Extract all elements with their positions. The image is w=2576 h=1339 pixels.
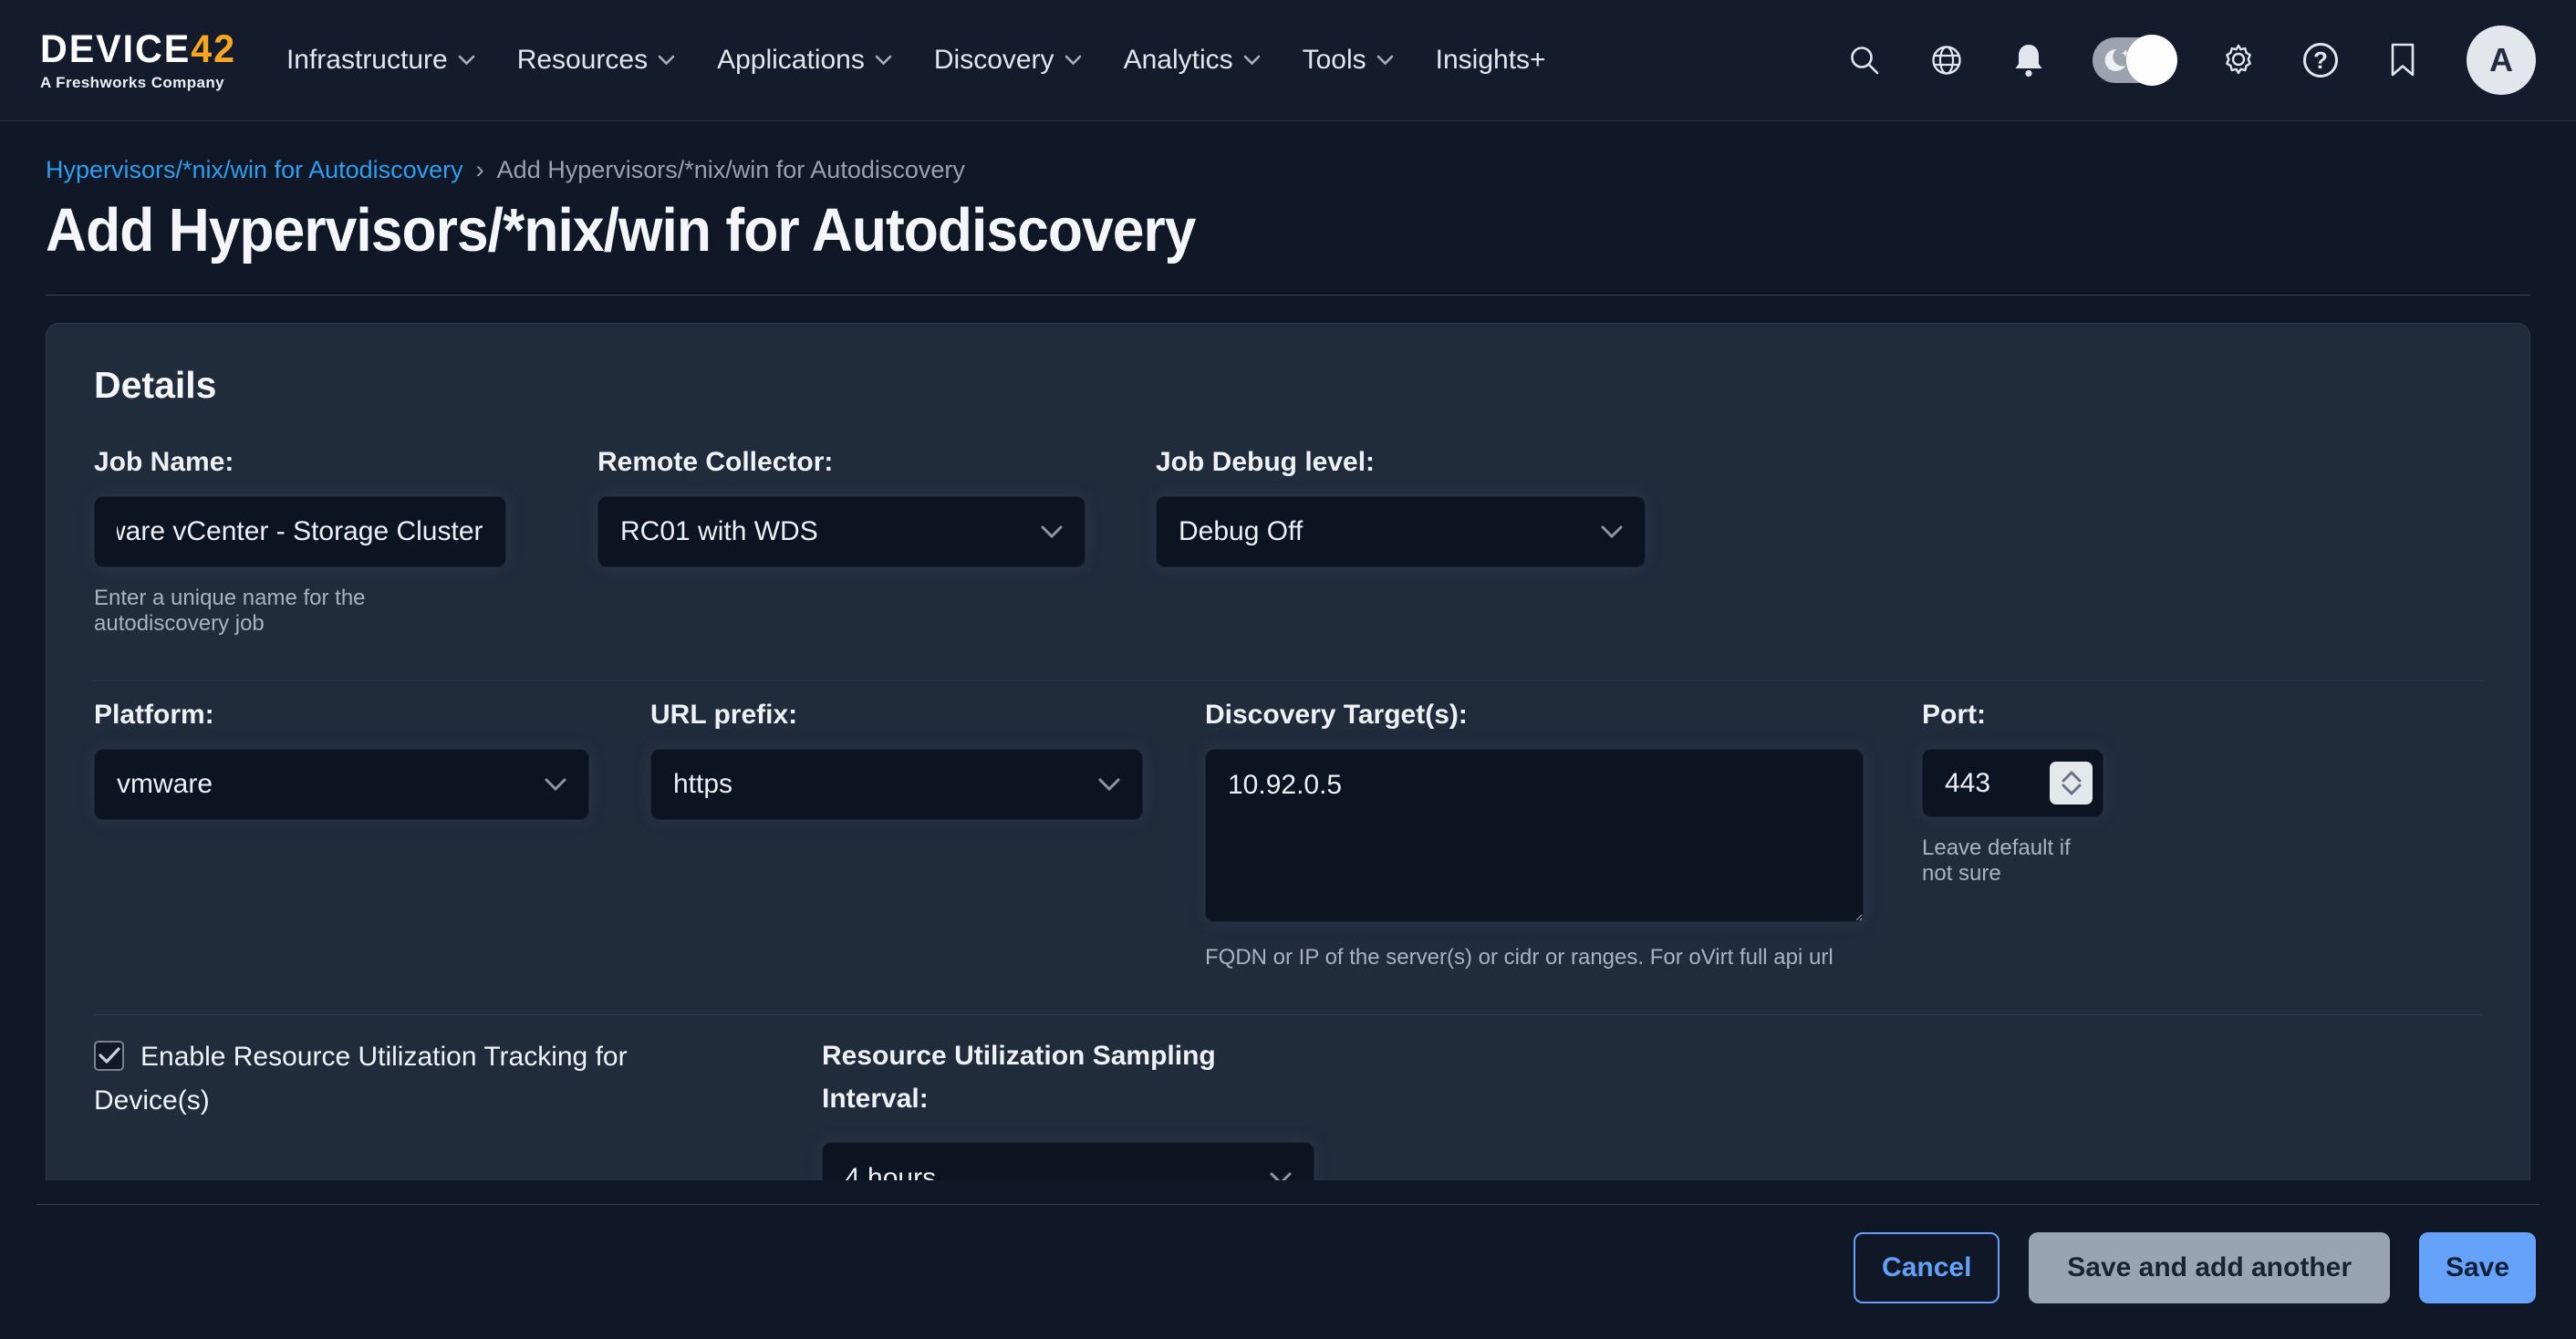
discovery-targets-label: Discovery Target(s): — [1205, 700, 1864, 731]
card-divider-2 — [94, 1014, 2482, 1015]
port-stepper[interactable] — [2050, 762, 2093, 804]
port-helper: Leave default if not sure — [1922, 836, 2103, 887]
job-name-field: Job Name: Enter a unique name for the au… — [94, 447, 506, 637]
url-prefix-label: URL prefix: — [650, 700, 1143, 731]
platform-label: Platform: — [94, 700, 589, 731]
stepper-down-icon — [2062, 784, 2082, 795]
save-and-add-another-button[interactable]: Save and add another — [2029, 1232, 2390, 1303]
menu-applications[interactable]: Applications — [717, 45, 892, 76]
menu-tools[interactable]: Tools — [1303, 45, 1394, 76]
card-divider-1 — [94, 680, 2482, 681]
section-title: Details — [94, 364, 2482, 407]
breadcrumb-link[interactable]: Hypervisors/*nix/win for Autodiscovery — [46, 156, 463, 184]
menu-analytics[interactable]: Analytics — [1124, 45, 1261, 76]
device42-logo[interactable]: DEVICE42 A Freshworks Company — [40, 30, 244, 90]
chevron-down-icon — [1601, 525, 1623, 539]
chevron-down-icon — [545, 778, 566, 792]
job-debug-select[interactable]: Debug Off — [1156, 496, 1646, 567]
chevron-down-icon — [1243, 55, 1261, 66]
resource-tracking-checkbox[interactable] — [94, 1041, 124, 1071]
main-menu: Infrastructure Resources Applications Di… — [286, 45, 1546, 76]
resource-tracking-field[interactable]: Enable Resource Utilization Tracking for… — [94, 1035, 685, 1123]
platform-select[interactable]: vmware — [94, 749, 589, 820]
url-prefix-select[interactable]: https — [650, 749, 1143, 820]
form-footer: Cancel Save and add another Save — [0, 1204, 2576, 1303]
sampling-interval-label: Resource Utilization Sampling Interval: — [822, 1035, 1232, 1120]
menu-insights[interactable]: Insights+ — [1436, 45, 1546, 76]
remote-collector-label: Remote Collector: — [597, 447, 1085, 478]
sampling-interval-select[interactable]: 4 hours — [822, 1142, 1314, 1180]
port-label: Port: — [1922, 700, 2103, 731]
job-name-helper: Enter a unique name for the autodiscover… — [94, 586, 506, 637]
discovery-targets-textarea[interactable]: 10.92.0.5 — [1205, 749, 1864, 922]
page-title: Add Hypervisors/*nix/win for Autodiscove… — [46, 195, 2356, 265]
sampling-interval-field: Resource Utilization Sampling Interval: … — [822, 1035, 1314, 1180]
job-debug-value: Debug Off — [1179, 516, 1303, 547]
menu-discovery[interactable]: Discovery — [934, 45, 1082, 76]
job-name-input[interactable] — [94, 496, 506, 567]
platform-field: Platform: vmware — [94, 700, 589, 820]
navbar-actions: ? A — [1846, 26, 2536, 95]
cancel-button[interactable]: Cancel — [1854, 1232, 2000, 1303]
breadcrumb-current: Add Hypervisors/*nix/win for Autodiscove… — [497, 156, 965, 184]
gear-icon[interactable] — [2220, 42, 2257, 78]
stepper-up-icon — [2062, 771, 2082, 783]
job-debug-field: Job Debug level: Debug Off — [1156, 447, 1646, 567]
search-icon[interactable] — [1846, 42, 1883, 78]
page-content: Hypervisors/*nix/win for Autodiscovery ›… — [0, 156, 2576, 1180]
chevron-down-icon — [1041, 525, 1063, 539]
chevron-down-icon — [1098, 778, 1120, 792]
form-row-3: Enable Resource Utilization Tracking for… — [94, 1035, 2482, 1180]
chevron-down-icon — [1376, 55, 1394, 66]
checkmark-icon — [99, 1047, 120, 1064]
breadcrumb: Hypervisors/*nix/win for Autodiscovery ›… — [46, 156, 2530, 184]
form-row-1: Job Name: Enter a unique name for the au… — [94, 447, 2482, 637]
job-debug-label: Job Debug level: — [1156, 447, 1646, 478]
title-divider — [46, 295, 2530, 296]
details-card: Details Job Name: Enter a unique name fo… — [46, 323, 2530, 1180]
resource-tracking-label: Enable Resource Utilization Tracking for… — [94, 1042, 628, 1116]
chevron-down-icon — [1065, 55, 1082, 66]
chevron-down-icon — [458, 55, 475, 66]
bell-icon[interactable] — [2010, 42, 2047, 78]
platform-value: vmware — [117, 769, 213, 800]
menu-infrastructure[interactable]: Infrastructure — [286, 45, 475, 76]
chevron-down-icon — [875, 55, 892, 66]
breadcrumb-separator: › — [476, 156, 484, 184]
menu-resources[interactable]: Resources — [517, 45, 675, 76]
avatar[interactable]: A — [2467, 26, 2536, 95]
bookmark-icon[interactable] — [2384, 42, 2421, 78]
logo-text: DEVICE42 — [40, 30, 236, 69]
theme-toggle[interactable] — [2093, 37, 2175, 83]
footer-actions: Cancel Save and add another Save — [0, 1205, 2576, 1303]
remote-collector-select[interactable]: RC01 with WDS — [597, 496, 1085, 567]
remote-collector-field: Remote Collector: RC01 with WDS — [597, 447, 1085, 567]
remote-collector-value: RC01 with WDS — [620, 516, 818, 547]
discovery-targets-field: Discovery Target(s): 10.92.0.5 FQDN or I… — [1205, 700, 1864, 971]
top-navbar: DEVICE42 A Freshworks Company Infrastruc… — [0, 0, 2576, 121]
save-button[interactable]: Save — [2419, 1232, 2536, 1303]
globe-icon[interactable] — [1928, 42, 1965, 78]
url-prefix-field: URL prefix: https — [650, 700, 1143, 820]
url-prefix-value: https — [673, 769, 732, 800]
sampling-interval-value: 4 hours — [845, 1163, 936, 1180]
chevron-down-icon — [658, 55, 675, 66]
logo-42: 42 — [191, 27, 236, 71]
help-icon[interactable]: ? — [2302, 42, 2339, 78]
job-name-label: Job Name: — [94, 447, 506, 478]
form-row-2: Platform: vmware URL prefix: https Disco… — [94, 700, 2482, 971]
chevron-down-icon — [1270, 1172, 1292, 1181]
discovery-targets-helper: FQDN or IP of the server(s) or cidr or r… — [1205, 945, 1864, 971]
toggle-knob — [2126, 35, 2177, 86]
port-field: Port: Leave default if not sure — [1922, 700, 2103, 887]
logo-tagline: A Freshworks Company — [40, 75, 244, 90]
